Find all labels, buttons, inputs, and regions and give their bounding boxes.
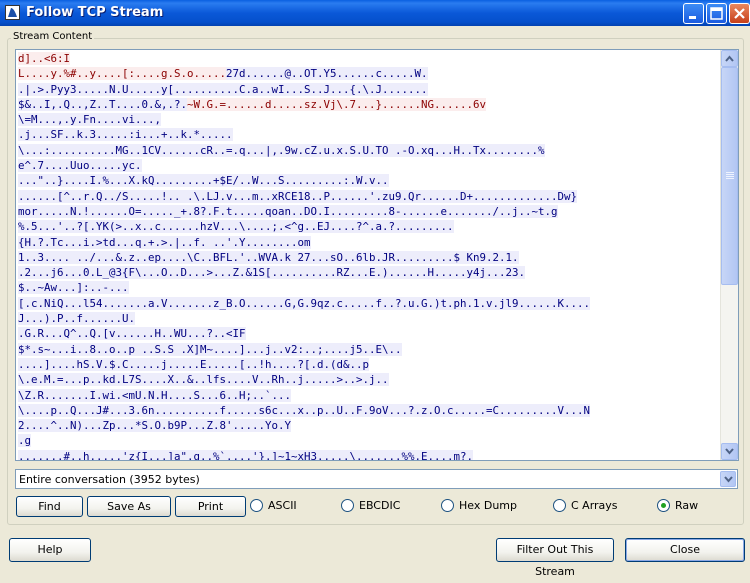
stream-content-textarea[interactable]: d]..<6:I L....y.%#..y....[:....g.S.o.....… — [15, 49, 739, 461]
server-segment: \.e.M.=...p..kd.L7S....X..&..lfs....V..R… — [18, 373, 389, 387]
server-segment: [.c.NiQ...l54.......a.V.......z_B.O.....… — [18, 296, 591, 310]
server-segment: ..."..}....I.%...X.kQ.........+$E/..W...… — [18, 174, 389, 188]
stream-line: %.5...'..?[.YK(>..x..c......hzV...\....;… — [18, 219, 718, 234]
conversation-dropdown-button[interactable] — [720, 471, 736, 487]
stream-line: $&..I,.Q..,Z..T....0.&,.?.~W.G.=......d.… — [18, 97, 718, 112]
server-segment: ......[^..r.Q../S.....!.. .\.LJ.v...m..x… — [18, 189, 578, 203]
server-segment: %.5...'..?[.YK(>..x..c......hzV...\....;… — [18, 220, 454, 234]
scroll-down-button[interactable] — [721, 443, 738, 460]
radio-circle[interactable] — [553, 499, 566, 512]
conversation-select-value: Entire conversation (3952 bytes) — [19, 473, 200, 486]
minimize-button[interactable] — [683, 3, 704, 24]
stream-line: $..~Aw...]:..-... — [18, 280, 718, 295]
help-button[interactable]: Help — [9, 538, 91, 562]
stream-line: \...:..........MG..1CV......cR..=.q...|,… — [18, 143, 718, 158]
server-segment: 27d......@..OT.Y5......c.....W. — [226, 67, 428, 81]
stream-text[interactable]: d]..<6:I L....y.%#..y....[:....g.S.o.....… — [18, 51, 718, 461]
server-segment: .j...SF..k.3.....:i...+..k.*..... — [18, 128, 233, 142]
radio-circle[interactable] — [441, 499, 454, 512]
minimize-icon — [689, 16, 696, 19]
server-segment: ....]....hS.V.$.C.....j.....E.....[..!h.… — [18, 357, 370, 371]
title-bar[interactable]: Follow TCP Stream — [0, 0, 750, 26]
stream-line: 1..3.... ../...&.z..ep....\C..BFL.'..WVA… — [18, 250, 718, 265]
server-segment: 2....^..N)...Zp...*S.O.b9P...Z.8'.....Yo… — [18, 419, 292, 433]
window-title: Follow TCP Stream — [26, 5, 164, 20]
stream-line: .G.R...Q^..Q.[v......H..WU...?..<IF — [18, 326, 718, 341]
stream-line: L....y.%#..y....[:....g.S.o.....27d.....… — [18, 66, 718, 81]
stream-line: \.e.M.=...p..kd.L7S....X..&..lfs....V..R… — [18, 372, 718, 387]
radio-label: Hex Dump — [459, 499, 517, 512]
maximize-icon — [710, 7, 723, 20]
server-segment: \...:..........MG..1CV......cR..=.q...|,… — [18, 143, 545, 157]
stream-line: 2....^..N)...Zp...*S.O.b9P...Z.8'.....Yo… — [18, 418, 718, 433]
stream-line: .|.>.Pyy3.....N.U.....y[..........C.a..w… — [18, 82, 718, 97]
server-segment: \Z.R.......I.wi.<mU.N.H....S...6..H;..`.… — [18, 388, 292, 402]
stream-line: {H.?.Tc...i.>td...q.+.>.|..f. ..'.Y.....… — [18, 235, 718, 250]
server-segment: \=M...,.y.Fn....vi..., — [18, 113, 162, 127]
print-button[interactable]: Print — [175, 496, 246, 517]
filter-out-stream-button[interactable]: Filter Out This Stream — [496, 538, 614, 578]
stream-line: .2...j6...0.L_@3{F\...O..D...>...Z.&1S[.… — [18, 265, 718, 280]
scroll-up-button[interactable] — [721, 50, 738, 67]
stream-line: \....p..Q...J#...3.6n..........f.....s6c… — [18, 403, 718, 418]
radio-label: C Arrays — [571, 499, 618, 512]
client-segment: d]..<6:I — [18, 52, 71, 65]
close-window-button[interactable] — [729, 3, 750, 24]
server-segment: .g — [18, 434, 32, 448]
conversation-select[interactable]: Entire conversation (3952 bytes) — [15, 469, 738, 489]
server-segment: mor.....N.!......O=....._+.8?.F.t.....qo… — [18, 204, 558, 218]
radio-circle[interactable] — [250, 499, 263, 512]
stream-line: \=M...,.y.Fn....vi..., — [18, 112, 718, 127]
radio-circle[interactable] — [657, 499, 670, 512]
radio-label: EBCDIC — [359, 499, 401, 512]
server-segment: .......#..h.....'z{I...]a".g.,%`....'}.]… — [18, 449, 474, 461]
save-as-button[interactable]: Save As — [87, 496, 171, 517]
stream-line: mor.....N.!......O=....._+.8?.F.t.....qo… — [18, 204, 718, 219]
radio-circle[interactable] — [341, 499, 354, 512]
server-segment: 1..3.... ../...&.z..ep....\C..BFL.'..WVA… — [18, 250, 519, 264]
stream-line: ..."..}....I.%...X.kQ.........+$E/..W...… — [18, 173, 718, 188]
scroll-thumb[interactable] — [721, 67, 738, 285]
server-segment: J...).P..f......U. — [18, 312, 136, 326]
stream-line: e^.7....Uuo.....yc. — [18, 158, 718, 173]
server-segment: \....p..Q...J#...3.6n..........f.....s6c… — [18, 403, 591, 417]
stream-line: \Z.R.......I.wi.<mU.N.H....S...6..H;..`.… — [18, 388, 718, 403]
radio-label: ASCII — [268, 499, 297, 512]
server-segment: e^.7....Uuo.....yc. — [18, 159, 142, 173]
close-button[interactable]: Close — [625, 538, 745, 562]
server-segment: $..~Aw...]:..-... — [18, 281, 129, 295]
chevron-down-icon — [724, 476, 733, 483]
radio-label: Raw — [675, 499, 699, 512]
server-segment: $*.s~...i..8..o..p ..S.S .X]M~....]...j.… — [18, 342, 402, 356]
stream-line: .g — [18, 433, 718, 448]
stream-line: $*.s~...i..8..o..p ..S.S .X]M~....]...j.… — [18, 342, 718, 357]
stream-line: [.c.NiQ...l54.......a.V.......z_B.O.....… — [18, 296, 718, 311]
wireshark-fin-icon — [5, 5, 20, 20]
stream-content-label: Stream Content — [11, 31, 95, 42]
client-segment: L....y.%#..y....[:....g.S.o..... — [18, 67, 227, 81]
close-icon — [734, 8, 745, 19]
maximize-button[interactable] — [706, 3, 727, 24]
stream-line: .j...SF..k.3.....:i...+..k.*..... — [18, 127, 718, 142]
server-segment: .|.>.Pyy3.....N.U.....y[..........C.a..w… — [18, 82, 428, 96]
chevron-down-icon — [725, 448, 734, 455]
server-segment: $&..I,.Q..,Z..T....0.&,.?. — [18, 97, 188, 111]
vertical-scrollbar[interactable] — [720, 50, 738, 460]
radio-selected-dot — [661, 503, 666, 508]
server-segment: .G.R...Q^..Q.[v......H..WU...?..<IF — [18, 327, 246, 341]
server-segment: .2...j6...0.L_@3{F\...O..D...>...Z.&1S[.… — [18, 266, 526, 280]
server-segment: {H.?.Tc...i.>td...q.+.>.|..f. ..'.Y.....… — [18, 235, 311, 249]
chevron-up-icon — [725, 55, 734, 62]
find-button[interactable]: Find — [16, 496, 83, 517]
client-segment: ~W.G.=......d.....sz.Vj\.7...}......NG..… — [187, 97, 487, 111]
stream-line: d]..<6:I — [18, 51, 718, 66]
stream-line: ....]....hS.V.$.C.....j.....E.....[..!h.… — [18, 357, 718, 372]
stream-line: .......#..h.....'z{I...]a".g.,%`....'}.]… — [18, 449, 718, 461]
stream-line: J...).P..f......U. — [18, 311, 718, 326]
stream-line: ......[^..r.Q../S.....!.. .\.LJ.v...m..x… — [18, 189, 718, 204]
